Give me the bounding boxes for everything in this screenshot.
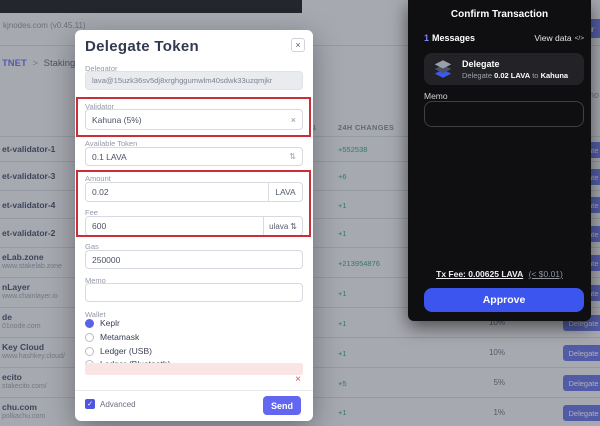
wallet-option-metamask[interactable]: Metamask [85, 332, 139, 342]
error-alert-bar [85, 363, 303, 375]
stepper-icon: ⇅ [289, 152, 296, 161]
tx-fee-usd: (< $0.01) [529, 269, 563, 279]
gas-field[interactable] [85, 250, 303, 269]
annotation-box-validator [76, 97, 311, 137]
approve-button[interactable]: Approve [424, 288, 584, 312]
message-summary: Delegate 0.02 LAVA to Kahuna [462, 71, 568, 80]
panel-memo-label: Memo [424, 91, 448, 101]
panel-title: Confirm Transaction [408, 9, 591, 20]
messages-count: 1 [424, 33, 429, 43]
messages-row: 1 Messages View data </> [424, 33, 584, 43]
messages-label: Messages [432, 33, 475, 43]
wallet-option-keplr[interactable]: Keplr [85, 318, 120, 328]
message-type: Delegate [462, 59, 568, 69]
modal-title: Delegate Token [85, 38, 199, 55]
checkbox-checked-icon: ✓ [85, 399, 95, 409]
screen: kjnodes.com (v0.45.11) Transfer TNET > S… [0, 0, 600, 426]
radio-selected-icon [85, 319, 94, 328]
advanced-label: Advanced [100, 400, 136, 409]
available-token-select[interactable]: 0.1 LAVA ⇅ [85, 147, 303, 166]
tx-fee-line[interactable]: Tx Fee: 0.00625 LAVA (< $0.01) [408, 269, 591, 279]
radio-icon [85, 347, 94, 356]
message-card: Delegate Delegate 0.02 LAVA to Kahuna [424, 53, 584, 85]
advanced-checkbox[interactable]: ✓ Advanced [85, 399, 136, 409]
wallet-option-ledger-usb[interactable]: Ledger (USB) [85, 346, 152, 356]
message-target: Kahuna [541, 71, 569, 80]
tx-fee-value: Tx Fee: 0.00625 LAVA [436, 269, 523, 279]
radio-icon [85, 333, 94, 342]
delegator-field [85, 71, 303, 90]
wallet-confirm-panel: Confirm Transaction 1 Messages View data… [408, 0, 591, 321]
message-amount: 0.02 LAVA [494, 71, 530, 80]
annotation-box-amount-fee [76, 170, 311, 237]
available-token-value: 0.1 LAVA [92, 152, 127, 162]
footer-divider [75, 390, 313, 391]
code-icon: </> [575, 35, 584, 42]
message-texts: Delegate Delegate 0.02 LAVA to Kahuna [462, 59, 568, 80]
view-data-button[interactable]: View data </> [534, 33, 584, 43]
dismiss-alert-icon[interactable]: × [295, 374, 301, 385]
memo-field[interactable] [85, 283, 303, 302]
layers-icon [432, 59, 454, 79]
send-button[interactable]: Send [263, 396, 301, 415]
panel-memo-field[interactable] [424, 101, 584, 127]
close-icon[interactable]: × [291, 38, 305, 52]
